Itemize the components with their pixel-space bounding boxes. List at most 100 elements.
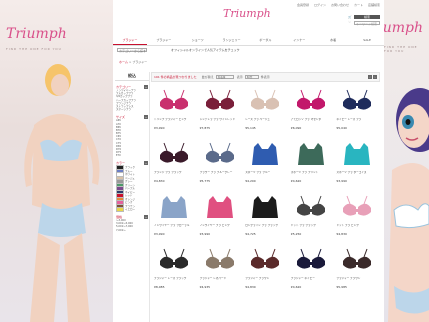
product-image[interactable] — [154, 86, 195, 117]
product-name[interactable]: フラワー ブラ ブルーグレー — [200, 171, 241, 178]
nav-item-bra[interactable]: ブラジャー — [113, 36, 147, 45]
product-image[interactable] — [245, 139, 286, 170]
filter-option[interactable]: 7,001〜 — [115, 229, 149, 232]
collapse-icon[interactable]: − — [144, 214, 148, 219]
product-name[interactable]: プランジ ブラ ブラック — [154, 171, 195, 178]
nav-item-shorts[interactable]: ショーツ — [181, 36, 215, 45]
utility-link-cart[interactable]: カート — [354, 3, 363, 7]
nav-item-inner[interactable]: インナー — [282, 36, 316, 45]
product-name[interactable]: ロングライン ブラ ブラック — [245, 224, 286, 231]
product-image[interactable] — [154, 192, 195, 223]
left-side-banner[interactable]: Triumph FIND THE ONE FOR YOU — [0, 0, 113, 322]
right-side-banner[interactable]: Triumph FIND THE ONE FOR YOU — [384, 0, 429, 322]
filter-sidebar: 絞込 カテゴリー − ノンワイヤーブラ フルカップブラ 3/4カップブラ ハーフ… — [115, 72, 150, 322]
next-page-button[interactable]: › — [373, 75, 377, 79]
filter-option[interactable]: E70 — [115, 154, 149, 157]
product-card[interactable]: ブラジャー レース ブラック ¥8,085 — [154, 245, 195, 296]
product-image[interactable] — [245, 245, 286, 276]
utility-link-login[interactable]: ログイン — [314, 3, 326, 7]
product-image[interactable] — [200, 245, 241, 276]
heart-icon[interactable]: ♡ — [348, 20, 352, 25]
utility-link-contact[interactable]: お問い合わせ — [331, 3, 349, 7]
product-name[interactable]: ノンワイヤー ブラ ピンク — [200, 224, 241, 231]
search-button[interactable]: 検索 — [354, 15, 380, 19]
brand-logo[interactable]: Triumph — [223, 7, 271, 20]
nav-item-sale[interactable]: SALE — [350, 36, 384, 45]
product-card[interactable]: ロングライン ブラ ブラック ¥4,725 — [245, 192, 286, 243]
breadcrumb-home[interactable]: ホーム — [119, 60, 128, 64]
product-name[interactable]: ブラジャー ネイビー — [291, 277, 332, 284]
product-image[interactable] — [200, 192, 241, 223]
nav-item-swimwear[interactable]: 水着 — [316, 36, 350, 45]
product-card[interactable]: ブラジャー ブラウン ¥4,830 — [245, 245, 286, 296]
product-name[interactable]: ノンワイヤー ブラ フローラル — [154, 224, 195, 231]
product-name[interactable]: ブラジャー レース ブラック — [154, 277, 195, 284]
product-name[interactable]: アモロッソ ブラ マゼンタ — [291, 118, 332, 125]
product-name[interactable]: ドット ブラ ブラック — [291, 224, 332, 231]
product-name[interactable]: トリンプ ブラジャー ピンク — [154, 118, 195, 125]
category-select[interactable]: カテゴリーから探す — [117, 47, 147, 53]
product-card[interactable]: ブラジャー ブラウン ¥5,985 — [336, 245, 377, 296]
product-name[interactable]: ドット ブラ ピンク — [336, 224, 377, 231]
utility-link-register[interactable]: 会員登録 — [297, 3, 309, 7]
product-card[interactable]: ブラジャー ネイビー ¥4,620 — [291, 245, 332, 296]
per-page-select[interactable]: 60件 — [244, 75, 259, 79]
nav-item-bra-2[interactable]: ブラジャー — [147, 36, 181, 45]
product-card[interactable]: スポーツ ブラ プリント ¥4,620 — [291, 139, 332, 190]
bra-thumbnail — [205, 248, 234, 269]
product-image[interactable] — [336, 245, 377, 276]
product-image[interactable] — [336, 139, 377, 170]
product-name[interactable]: スポーツ ブラ ブルー — [245, 171, 286, 178]
product-image[interactable] — [200, 139, 241, 170]
keyword-search-input[interactable]: キーワード検索 — [354, 21, 380, 26]
product-name[interactable]: シンデレラ ブラ ワインレッド — [200, 118, 241, 125]
product-name[interactable]: ブラジャー レオパード — [200, 277, 241, 284]
product-card[interactable]: ノンワイヤー ブラ フローラル ¥3,990 — [154, 192, 195, 243]
product-card[interactable]: スポーツ ブラ ブルー ¥4,200 — [245, 139, 286, 190]
color-option[interactable]: イエロー — [115, 207, 149, 212]
prev-page-button[interactable]: ‹ — [368, 75, 372, 79]
product-card[interactable]: ドット ブラ ブラック ¥5,250 — [291, 192, 332, 243]
product-image[interactable] — [291, 86, 332, 117]
filter-option[interactable]: スポーツブラ — [115, 108, 149, 111]
product-card[interactable]: ノンワイヤー ブラ ピンク ¥3,990 — [200, 192, 241, 243]
product-card[interactable]: アモロッソ ブラ マゼンタ ¥6,090 — [291, 86, 332, 137]
product-image[interactable] — [291, 245, 332, 276]
product-image[interactable] — [245, 86, 286, 117]
product-name[interactable]: ネイビー レース ブラ — [336, 118, 377, 125]
product-image[interactable] — [200, 86, 241, 117]
product-name[interactable]: ブラジャー ブラウン — [245, 277, 286, 284]
product-card[interactable]: トリンプ ブラジャー ピンク ¥3,990 — [154, 86, 195, 137]
nav-item-lingerie[interactable]: ランジェリー — [215, 36, 249, 45]
product-image[interactable] — [336, 192, 377, 223]
product-card[interactable]: ブラジャー レオパード ¥4,935 — [200, 245, 241, 296]
product-card[interactable]: シンデレラ ブラ ワインレッド ¥7,875 — [200, 86, 241, 137]
product-image[interactable] — [291, 139, 332, 170]
collapse-icon[interactable]: − — [144, 114, 148, 119]
product-card[interactable]: ドット ブラ ピンク ¥4,830 — [336, 192, 377, 243]
product-name[interactable]: スポーツ ブラ プリント — [291, 171, 332, 178]
bra-thumbnail — [205, 89, 234, 110]
product-image[interactable] — [291, 192, 332, 223]
bra-thumbnail — [251, 248, 280, 269]
product-card[interactable]: ネイビー レース ブラ ¥5,040 — [336, 86, 377, 137]
collapse-icon[interactable]: − — [144, 161, 148, 166]
filter-section-label: 価格 — [116, 214, 123, 219]
product-card[interactable]: プランジ ブラ ブラック ¥4,830 — [154, 139, 195, 190]
sort-select[interactable]: 新着順 — [215, 75, 234, 79]
promo-text[interactable]: オフィシャルオンラインで人気アイテムをチェック — [171, 48, 240, 52]
nav-item-bridal[interactable]: ボーダル — [249, 36, 283, 45]
bra-thumbnail — [343, 142, 370, 165]
product-name[interactable]: スポーツ ブラ ターコイズ — [336, 171, 377, 178]
product-image[interactable] — [154, 139, 195, 170]
product-card[interactable]: フラワー ブラ ブルーグレー ¥5,775 — [200, 139, 241, 190]
product-card[interactable]: レース ブラ ベージュ ¥5,145 — [245, 86, 286, 137]
product-card[interactable]: スポーツ ブラ ターコイズ ¥3,990 — [336, 139, 377, 190]
product-image[interactable] — [245, 192, 286, 223]
product-image[interactable] — [154, 245, 195, 276]
product-name[interactable]: ブラジャー ブラウン — [336, 277, 377, 284]
product-name[interactable]: レース ブラ ベージュ — [245, 118, 286, 125]
product-image[interactable] — [336, 86, 377, 117]
utility-link-store[interactable]: 店舗検索 — [368, 3, 380, 7]
collapse-icon[interactable]: − — [144, 84, 148, 89]
